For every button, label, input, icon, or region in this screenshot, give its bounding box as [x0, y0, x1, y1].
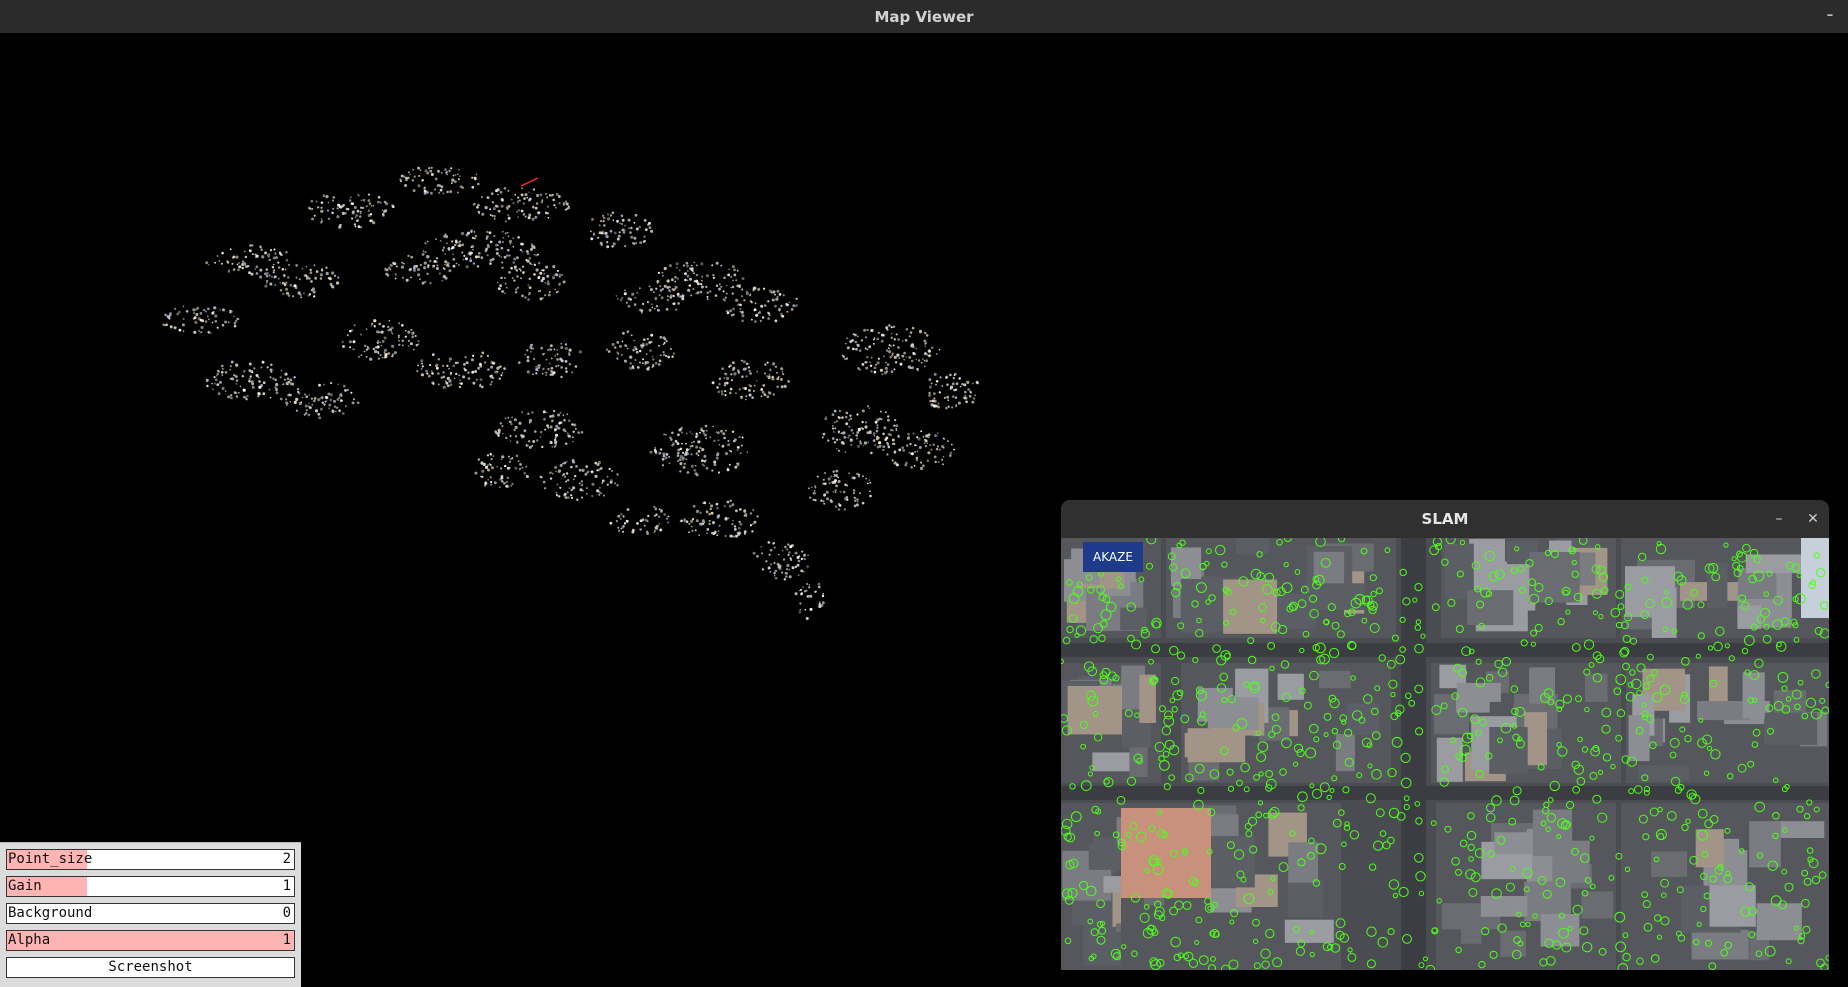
slam-title: SLAM: [1421, 510, 1469, 528]
slider-label: Background: [8, 905, 93, 921]
detector-badge: AKAZE: [1083, 542, 1143, 572]
window-title: Map Viewer: [874, 7, 974, 26]
slider-value: 1: [282, 932, 291, 948]
slider-value: 1: [282, 878, 291, 894]
gain-slider[interactable]: Gain 1: [6, 876, 295, 897]
background-slider[interactable]: Background 0: [6, 903, 295, 924]
title-bar: Map Viewer –: [0, 0, 1848, 33]
minimize-icon[interactable]: –: [1820, 6, 1840, 26]
slider-value: 2: [282, 851, 291, 867]
slider-label: Point_size: [8, 851, 93, 867]
control-panel: Point_size 2 Gain 1 Background 0 Alpha 1…: [0, 842, 301, 987]
camera-frame: [1061, 538, 1829, 970]
slider-value: 0: [282, 905, 291, 921]
minimize-icon[interactable]: –: [1769, 509, 1789, 529]
slam-window[interactable]: SLAM – ✕ AKAZE: [1061, 500, 1829, 970]
point-size-slider[interactable]: Point_size 2: [6, 849, 295, 870]
close-icon[interactable]: ✕: [1803, 509, 1823, 529]
slam-title-bar[interactable]: SLAM: [1061, 500, 1829, 538]
alpha-slider[interactable]: Alpha 1: [6, 930, 295, 951]
slider-label: Alpha: [8, 932, 51, 948]
camera-trajectory: [520, 177, 539, 187]
slider-label: Gain: [8, 878, 42, 894]
screenshot-button[interactable]: Screenshot: [6, 957, 295, 978]
